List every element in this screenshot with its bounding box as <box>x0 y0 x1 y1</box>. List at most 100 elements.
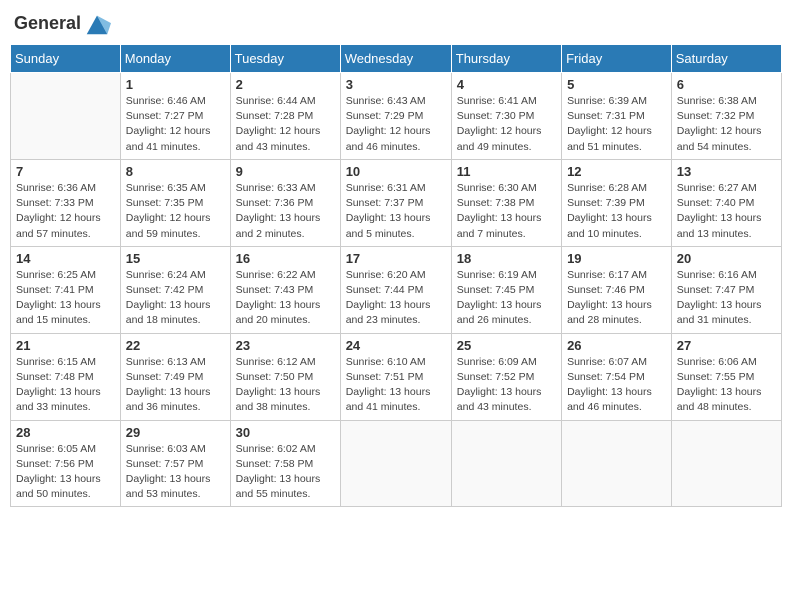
day-info: Sunrise: 6:15 AMSunset: 7:48 PMDaylight:… <box>16 355 115 416</box>
calendar-cell: 2Sunrise: 6:44 AMSunset: 7:28 PMDaylight… <box>230 73 340 160</box>
calendar-cell: 27 Sunrise: 6:06 AMSunset: 7:55 PMDayligh… <box>671 333 781 420</box>
calendar-cell: 13 Sunrise: 6:27 AMSunset: 7:40 PMDayligh… <box>671 159 781 246</box>
day-number: 30 <box>236 425 335 440</box>
day-number: 17 <box>346 251 446 266</box>
day-info: Sunrise: 6:28 AMSunset: 7:39 PMDaylight:… <box>567 181 666 242</box>
calendar-cell: 19Sunrise: 6:17 AMSunset: 7:46 PMDayligh… <box>562 246 672 333</box>
day-info: Sunrise: 6:31 AMSunset: 7:37 PMDaylight:… <box>346 181 446 242</box>
day-number: 5 <box>567 77 666 92</box>
day-info: Sunrise: 6:30 AMSunset: 7:38 PMDaylight:… <box>457 181 556 242</box>
calendar-cell <box>562 420 672 507</box>
calendar-week-row: 1 Sunrise: 6:46 AMSunset: 7:27 PMDaylight… <box>11 73 782 160</box>
calendar-cell <box>11 73 121 160</box>
calendar-cell: 4 Sunrise: 6:41 AMSunset: 7:30 PMDaylight… <box>451 73 561 160</box>
day-info: Sunrise: 6:19 AMSunset: 7:45 PMDaylight:… <box>457 268 556 329</box>
day-info: Sunrise: 6:03 AMSunset: 7:57 PMDaylight:… <box>126 442 225 503</box>
calendar-cell: 23 Sunrise: 6:12 AMSunset: 7:50 PMDayligh… <box>230 333 340 420</box>
day-number: 21 <box>16 338 115 353</box>
day-number: 11 <box>457 164 556 179</box>
day-number: 9 <box>236 164 335 179</box>
day-info: Sunrise: 6:12 AMSunset: 7:50 PMDaylight:… <box>236 355 335 416</box>
day-number: 10 <box>346 164 446 179</box>
day-number: 1 <box>126 77 225 92</box>
day-number: 2 <box>236 77 335 92</box>
calendar-cell: 11 Sunrise: 6:30 AMSunset: 7:38 PMDayligh… <box>451 159 561 246</box>
calendar-cell: 6Sunrise: 6:38 AMSunset: 7:32 PMDaylight… <box>671 73 781 160</box>
day-number: 16 <box>236 251 335 266</box>
calendar-cell: 20 Sunrise: 6:16 AMSunset: 7:47 PMDayligh… <box>671 246 781 333</box>
weekday-header-monday: Monday <box>120 45 230 73</box>
day-number: 12 <box>567 164 666 179</box>
weekday-header-saturday: Saturday <box>671 45 781 73</box>
weekday-header-wednesday: Wednesday <box>340 45 451 73</box>
day-number: 3 <box>346 77 446 92</box>
calendar-cell <box>671 420 781 507</box>
day-info: Sunrise: 6:27 AMSunset: 7:40 PMDaylight:… <box>677 181 776 242</box>
day-number: 4 <box>457 77 556 92</box>
weekday-header-tuesday: Tuesday <box>230 45 340 73</box>
day-number: 22 <box>126 338 225 353</box>
calendar-cell: 16 Sunrise: 6:22 AMSunset: 7:43 PMDayligh… <box>230 246 340 333</box>
day-number: 28 <box>16 425 115 440</box>
day-info: Sunrise: 6:13 AMSunset: 7:49 PMDaylight:… <box>126 355 225 416</box>
calendar-cell: 12 Sunrise: 6:28 AMSunset: 7:39 PMDayligh… <box>562 159 672 246</box>
calendar-week-row: 14Sunrise: 6:25 AMSunset: 7:41 PMDayligh… <box>11 246 782 333</box>
calendar-cell <box>340 420 451 507</box>
day-number: 26 <box>567 338 666 353</box>
calendar-cell: 22 Sunrise: 6:13 AMSunset: 7:49 PMDayligh… <box>120 333 230 420</box>
calendar-cell: 10 Sunrise: 6:31 AMSunset: 7:37 PMDayligh… <box>340 159 451 246</box>
calendar-cell: 28 Sunrise: 6:05 AMSunset: 7:56 PMDayligh… <box>11 420 121 507</box>
weekday-header-sunday: Sunday <box>11 45 121 73</box>
logo: General <box>14 10 111 38</box>
calendar-week-row: 21 Sunrise: 6:15 AMSunset: 7:48 PMDayligh… <box>11 333 782 420</box>
calendar-cell: 29 Sunrise: 6:03 AMSunset: 7:57 PMDayligh… <box>120 420 230 507</box>
calendar-cell: 30 Sunrise: 6:02 AMSunset: 7:58 PMDayligh… <box>230 420 340 507</box>
day-info: Sunrise: 6:38 AMSunset: 7:32 PMDaylight:… <box>677 94 776 155</box>
calendar-cell: 25 Sunrise: 6:09 AMSunset: 7:52 PMDayligh… <box>451 333 561 420</box>
calendar-table: SundayMondayTuesdayWednesdayThursdayFrid… <box>10 44 782 507</box>
day-number: 14 <box>16 251 115 266</box>
calendar-cell: 1 Sunrise: 6:46 AMSunset: 7:27 PMDaylight… <box>120 73 230 160</box>
day-info: Sunrise: 6:33 AMSunset: 7:36 PMDaylight:… <box>236 181 335 242</box>
calendar-cell: 8 Sunrise: 6:35 AMSunset: 7:35 PMDaylight… <box>120 159 230 246</box>
day-info: Sunrise: 6:06 AMSunset: 7:55 PMDaylight:… <box>677 355 776 416</box>
weekday-header-thursday: Thursday <box>451 45 561 73</box>
day-info: Sunrise: 6:39 AMSunset: 7:31 PMDaylight:… <box>567 94 666 155</box>
day-number: 8 <box>126 164 225 179</box>
day-info: Sunrise: 6:02 AMSunset: 7:58 PMDaylight:… <box>236 442 335 503</box>
calendar-cell <box>451 420 561 507</box>
day-number: 27 <box>677 338 776 353</box>
day-info: Sunrise: 6:16 AMSunset: 7:47 PMDaylight:… <box>677 268 776 329</box>
calendar-cell: 5 Sunrise: 6:39 AMSunset: 7:31 PMDaylight… <box>562 73 672 160</box>
day-number: 19 <box>567 251 666 266</box>
day-info: Sunrise: 6:35 AMSunset: 7:35 PMDaylight:… <box>126 181 225 242</box>
calendar-cell: 24Sunrise: 6:10 AMSunset: 7:51 PMDayligh… <box>340 333 451 420</box>
page-header: General <box>10 10 782 38</box>
day-info: Sunrise: 6:09 AMSunset: 7:52 PMDaylight:… <box>457 355 556 416</box>
day-info: Sunrise: 6:05 AMSunset: 7:56 PMDaylight:… <box>16 442 115 503</box>
day-info: Sunrise: 6:10 AMSunset: 7:51 PMDaylight:… <box>346 355 446 416</box>
calendar-cell: 3Sunrise: 6:43 AMSunset: 7:29 PMDaylight… <box>340 73 451 160</box>
day-number: 20 <box>677 251 776 266</box>
logo-icon <box>83 10 111 38</box>
day-number: 25 <box>457 338 556 353</box>
calendar-cell: 18 Sunrise: 6:19 AMSunset: 7:45 PMDayligh… <box>451 246 561 333</box>
calendar-cell: 21 Sunrise: 6:15 AMSunset: 7:48 PMDayligh… <box>11 333 121 420</box>
calendar-cell: 7Sunrise: 6:36 AMSunset: 7:33 PMDaylight… <box>11 159 121 246</box>
weekday-header-row: SundayMondayTuesdayWednesdayThursdayFrid… <box>11 45 782 73</box>
calendar-cell: 15Sunrise: 6:24 AMSunset: 7:42 PMDayligh… <box>120 246 230 333</box>
day-info: Sunrise: 6:20 AMSunset: 7:44 PMDaylight:… <box>346 268 446 329</box>
day-info: Sunrise: 6:41 AMSunset: 7:30 PMDaylight:… <box>457 94 556 155</box>
day-number: 13 <box>677 164 776 179</box>
day-info: Sunrise: 6:24 AMSunset: 7:42 PMDaylight:… <box>126 268 225 329</box>
calendar-cell: 26Sunrise: 6:07 AMSunset: 7:54 PMDayligh… <box>562 333 672 420</box>
calendar-week-row: 28 Sunrise: 6:05 AMSunset: 7:56 PMDayligh… <box>11 420 782 507</box>
day-number: 18 <box>457 251 556 266</box>
day-info: Sunrise: 6:36 AMSunset: 7:33 PMDaylight:… <box>16 181 115 242</box>
logo-text: General <box>14 14 81 34</box>
day-info: Sunrise: 6:46 AMSunset: 7:27 PMDaylight:… <box>126 94 225 155</box>
day-number: 23 <box>236 338 335 353</box>
day-number: 29 <box>126 425 225 440</box>
day-info: Sunrise: 6:22 AMSunset: 7:43 PMDaylight:… <box>236 268 335 329</box>
calendar-cell: 9 Sunrise: 6:33 AMSunset: 7:36 PMDaylight… <box>230 159 340 246</box>
